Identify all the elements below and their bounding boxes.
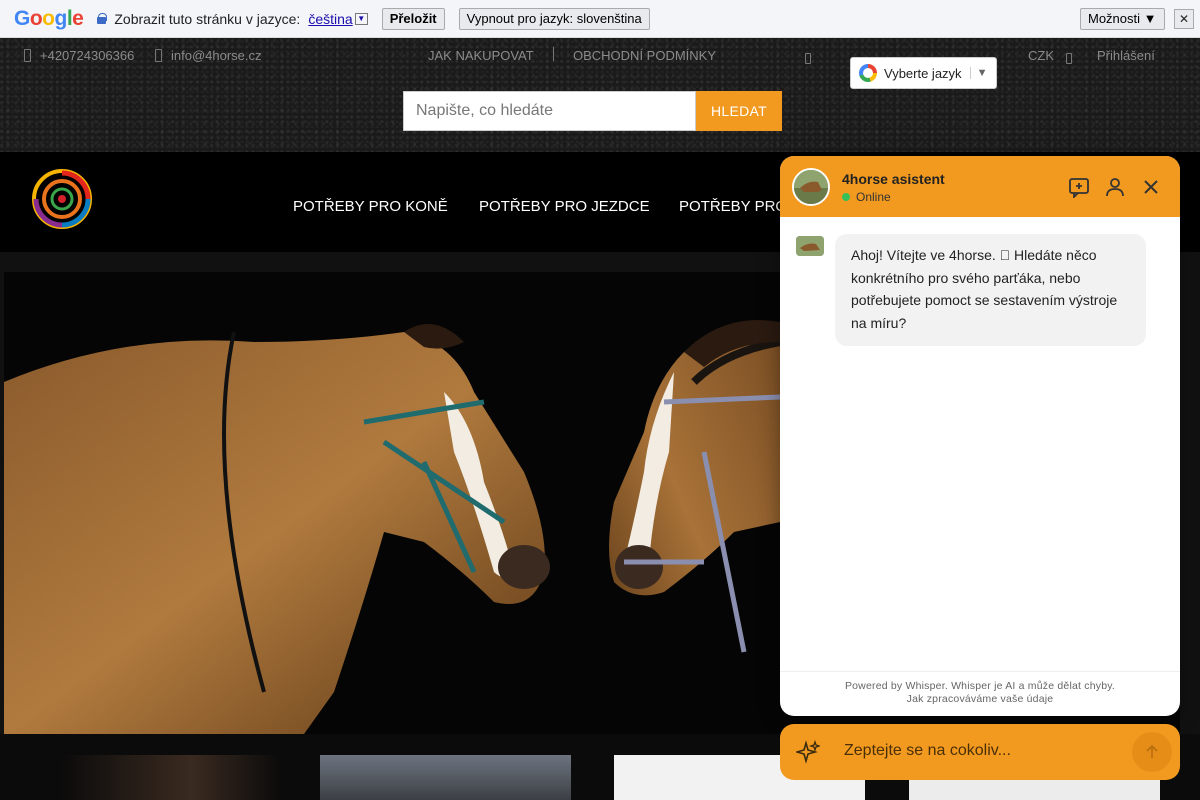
- online-dot: [842, 193, 850, 201]
- nav-more-supplies[interactable]: POTŘEBY PRO: [679, 198, 787, 215]
- phone-link[interactable]: +420724306366: [24, 48, 134, 63]
- new-chat-icon[interactable]: [1068, 176, 1090, 198]
- powered-by-text: Powered by Whisper. Whisper je AI a může…: [844, 680, 1116, 692]
- language-dropdown-icon[interactable]: ▼: [354, 12, 368, 25]
- language-selector-label: Vyberte jazyk: [884, 65, 962, 81]
- lock-icon: [97, 13, 108, 24]
- divider: [553, 47, 554, 61]
- message-avatar: [796, 236, 824, 256]
- google-g-icon: [859, 64, 877, 82]
- search-input[interactable]: [403, 91, 696, 131]
- message-bubble: Ahoj! Vítejte ve 4horse.  Hledáte něco …: [835, 234, 1146, 347]
- site-header: +420724306366 info@4horse.cz JAK NAKUPOV…: [0, 38, 1200, 152]
- chat-header: 4horse asistent Online: [780, 156, 1180, 217]
- translate-bar: Google Zobrazit tuto stránku v jazyce: č…: [0, 0, 1200, 38]
- how-to-buy-link[interactable]: JAK NAKUPOVAT: [428, 48, 534, 63]
- status-badge: Online: [842, 190, 891, 204]
- currency-selector[interactable]: CZK: [1028, 48, 1054, 63]
- profile-icon[interactable]: [1104, 176, 1126, 198]
- email-link[interactable]: info@4horse.cz: [155, 48, 262, 63]
- category-thumbnail[interactable]: [60, 755, 280, 800]
- send-button[interactable]: [1132, 732, 1172, 772]
- chat-input-bar[interactable]: Zeptejte se na cokoliv...: [780, 724, 1180, 780]
- disable-language-button[interactable]: Vypnout pro jazyk: slovenština: [458, 7, 650, 30]
- send-arrow-icon: [1146, 744, 1158, 758]
- chat-title: 4horse asistent: [842, 171, 945, 187]
- options-button[interactable]: Možnosti ▼: [1080, 8, 1165, 30]
- assistant-avatar: [792, 168, 830, 206]
- translate-prompt: Zobrazit tuto stránku v jazyce:: [114, 10, 301, 27]
- site-logo[interactable]: [24, 168, 102, 230]
- chevron-down-icon: ▼: [969, 67, 987, 79]
- language-link[interactable]: čeština: [308, 11, 352, 27]
- chat-input-placeholder: Zeptejte se na cokoliv...: [844, 742, 1011, 759]
- close-icon[interactable]: [1140, 176, 1162, 198]
- privacy-link[interactable]: Jak zpracováváme vaše údaje: [780, 693, 1180, 706]
- translate-button[interactable]: Přeložit: [381, 7, 445, 30]
- category-thumbnail[interactable]: [320, 755, 571, 800]
- search-button[interactable]: HLEDAT: [696, 91, 782, 131]
- chat-widget: 4horse asistent Online Ahoj! Vítejte ve …: [780, 156, 1180, 716]
- chat-footer: Powered by Whisper. Whisper je AI a může…: [780, 671, 1180, 716]
- sparkle-icon: [796, 740, 820, 764]
- terms-link[interactable]: OBCHODNÍ PODMÍNKY: [573, 48, 716, 63]
- close-translate-bar-button[interactable]: ✕: [1174, 9, 1194, 29]
- search-bar: HLEDAT: [403, 91, 782, 131]
- nav-horse-supplies[interactable]: POTŘEBY PRO KONĚ: [293, 198, 448, 215]
- mail-icon: [155, 49, 162, 62]
- phone-icon: [24, 49, 31, 62]
- language-selector[interactable]: Vyberte jazyk ▼: [850, 57, 997, 89]
- google-logo: Google: [14, 6, 84, 30]
- login-link[interactable]: Přihlášení: [1097, 48, 1155, 63]
- user-icon[interactable]: [1066, 50, 1072, 65]
- cart-icon[interactable]: [805, 50, 811, 65]
- nav-rider-supplies[interactable]: POTŘEBY PRO JEZDCE: [479, 198, 650, 215]
